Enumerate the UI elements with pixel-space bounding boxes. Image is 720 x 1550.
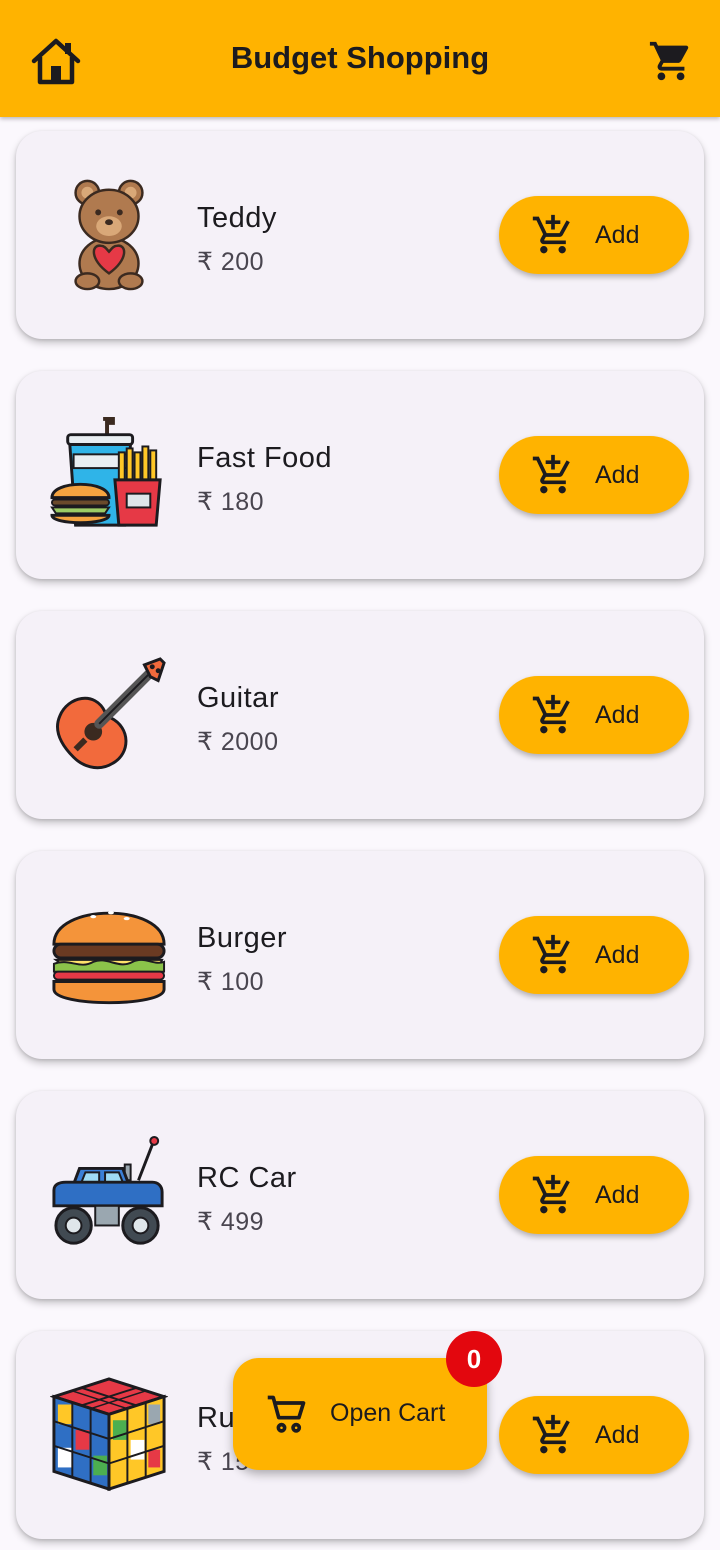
add-button-label: Add — [595, 701, 640, 729]
rc-car-image — [52, 1135, 164, 1245]
shopping-cart-icon[interactable] — [648, 38, 694, 84]
product-name: Fast Food — [197, 442, 333, 474]
product-price: ₹ 100 — [197, 968, 265, 996]
product-name: Teddy — [197, 202, 277, 234]
add-to-cart-button[interactable]: Add — [499, 916, 689, 994]
add-button-label: Add — [595, 461, 640, 489]
guitar-image — [56, 657, 166, 770]
product-price: ₹ 200 — [197, 248, 265, 276]
teddy-bear-image — [74, 179, 144, 291]
add-shopping-cart-icon — [532, 1174, 570, 1214]
product-name: Ru — [197, 1402, 236, 1434]
cart-count-badge: 0 — [446, 1331, 502, 1387]
open-cart-label: Open Cart — [330, 1399, 446, 1427]
add-button-label: Add — [595, 941, 640, 969]
add-shopping-cart-icon — [532, 934, 570, 974]
add-to-cart-button[interactable]: Add — [499, 676, 689, 754]
add-shopping-cart-icon — [532, 1414, 570, 1454]
product-price: ₹ 180 — [197, 488, 265, 516]
product-card-rc-car: RC Car ₹ 499 Add — [16, 1091, 704, 1299]
product-price: ₹ 2000 — [197, 728, 279, 756]
add-button-label: Add — [595, 221, 640, 249]
product-card-guitar: Guitar ₹ 2000 Add — [16, 611, 704, 819]
add-to-cart-button[interactable]: Add — [499, 436, 689, 514]
product-list[interactable]: Teddy ₹ 200 Add Fast Food ₹ 180 Add Guit… — [0, 117, 720, 1550]
app-bar: Budget Shopping — [0, 0, 720, 117]
product-name: Burger — [197, 922, 288, 954]
fast-food-image — [50, 416, 162, 527]
add-shopping-cart-icon — [532, 454, 570, 494]
open-cart-button[interactable]: Open Cart 0 — [233, 1331, 502, 1470]
page-title: Budget Shopping — [230, 40, 490, 75]
product-name: RC Car — [197, 1162, 297, 1194]
product-name: Guitar — [197, 682, 279, 714]
add-to-cart-button[interactable]: Add — [499, 196, 689, 274]
add-to-cart-button[interactable]: Add — [499, 1396, 689, 1474]
product-price: ₹ 499 — [197, 1208, 265, 1236]
add-shopping-cart-icon — [532, 694, 570, 734]
add-button-label: Add — [595, 1181, 640, 1209]
product-card-burger: Burger ₹ 100 Add — [16, 851, 704, 1059]
add-to-cart-button[interactable]: Add — [499, 1156, 689, 1234]
burger-image — [52, 911, 166, 1005]
shopping-cart-icon — [267, 1395, 306, 1433]
rubiks-cube-image — [50, 1377, 168, 1492]
add-button-label: Add — [595, 1421, 640, 1449]
product-card-teddy: Teddy ₹ 200 Add — [16, 131, 704, 339]
product-card-fast-food: Fast Food ₹ 180 Add — [16, 371, 704, 579]
add-shopping-cart-icon — [532, 214, 570, 254]
